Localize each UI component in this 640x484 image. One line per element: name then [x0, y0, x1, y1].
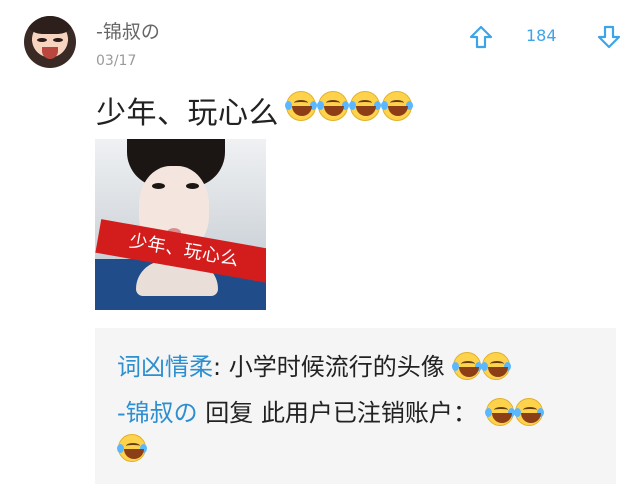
comment-section: 词凶情柔: 小学时候流行的头像 -锦叔の 回复 此用户已注销账户：: [95, 328, 616, 484]
laughing-crying-emoji-icon: [513, 398, 544, 426]
post-username[interactable]: -锦叔の: [96, 17, 160, 44]
avatar-right-eye: [53, 38, 63, 42]
vote-score: 184: [526, 26, 557, 45]
laughing-crying-emoji-icon: [117, 434, 147, 462]
avatar[interactable]: [24, 16, 76, 68]
comment-author[interactable]: 词凶情柔: [117, 353, 213, 381]
comment-line: -锦叔の 回复 此用户已注销账户：: [117, 396, 544, 430]
reply-author[interactable]: -锦叔の: [117, 399, 198, 427]
upvote-button[interactable]: [468, 24, 494, 54]
post-date: 03/17: [96, 53, 137, 69]
up-arrow-icon: [469, 25, 493, 49]
avatar-mouth: [42, 47, 58, 59]
reply-target: 此用户已注销账户: [260, 399, 453, 427]
post-image[interactable]: 少年、玩心么: [95, 139, 266, 310]
reply-label: 回复: [197, 399, 261, 427]
avatar-hair: [24, 16, 76, 34]
reply-separator: ：: [452, 399, 477, 427]
laughing-crying-emoji-icon: [484, 398, 515, 426]
comment-separator: :: [213, 353, 222, 381]
comment-line: 词凶情柔: 小学时候流行的头像: [117, 350, 512, 384]
comment-text: 小学时候流行的头像: [221, 353, 445, 381]
downvote-button[interactable]: [596, 24, 622, 54]
laughing-crying-emoji-icon: [381, 91, 413, 121]
down-arrow-icon: [597, 25, 621, 49]
comment-line: [117, 432, 147, 466]
avatar-left-eye: [37, 38, 47, 42]
laughing-crying-emoji-icon: [481, 352, 512, 380]
post-text: 少年、玩心么: [96, 96, 279, 131]
post-emoji-row: [285, 91, 413, 121]
laughing-crying-emoji-icon: [285, 91, 317, 121]
laughing-crying-emoji-icon: [349, 91, 381, 121]
laughing-crying-emoji-icon: [452, 352, 483, 380]
laughing-crying-emoji-icon: [317, 91, 349, 121]
